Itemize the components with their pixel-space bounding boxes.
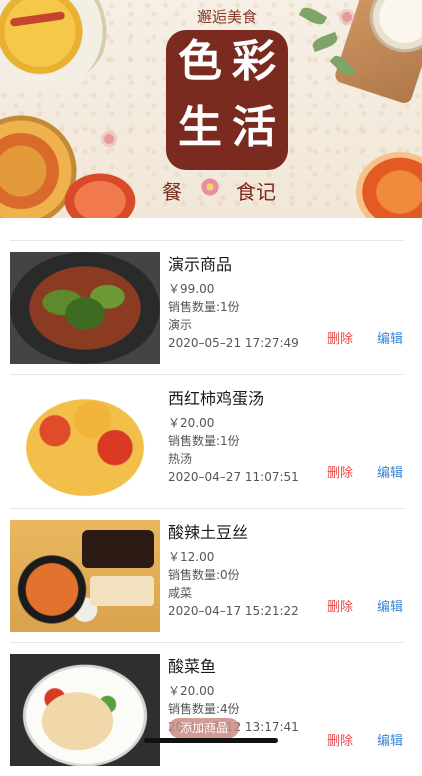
delete-button[interactable]: 删除 [327, 596, 353, 615]
divider [10, 240, 404, 241]
logo-char: 色 [178, 36, 222, 87]
logo-char: 生 [178, 102, 222, 153]
flower-decoration [104, 134, 114, 144]
home-indicator[interactable] [144, 738, 278, 743]
list-item[interactable]: 酸辣土豆丝 ￥12.00 销售数量:0份 咸菜 2020–04–17 15:21… [10, 508, 404, 642]
banner-subtitle-right: 食记 [236, 180, 276, 204]
product-price: ￥20.00 [168, 684, 215, 698]
list-item[interactable]: 酸菜鱼 ￥20.00 销售数量:4份 2020–03–12 13:17:41 删… [10, 642, 404, 776]
divider [10, 374, 404, 375]
product-name: 酸辣土豆丝 [168, 523, 249, 542]
salmon-dish-image [55, 166, 145, 218]
product-price: ￥20.00 [168, 416, 215, 430]
add-product-button[interactable]: 添加商品 [169, 718, 239, 738]
edit-button[interactable]: 编辑 [377, 462, 403, 481]
product-sales: 销售数量:1份 [168, 300, 240, 314]
product-name: 西红柿鸡蛋汤 [168, 389, 265, 408]
banner-tagline: 邂逅美食 [196, 8, 257, 26]
promo-sign-image [82, 530, 154, 568]
leaf-decoration [310, 31, 340, 53]
header-banner: 邂逅美食 色 彩 生 活 餐 食记 [0, 0, 422, 218]
divider [10, 508, 404, 509]
product-name: 酸菜鱼 [168, 657, 217, 676]
edit-button[interactable]: 编辑 [377, 328, 403, 347]
product-image [10, 386, 160, 498]
divider [10, 642, 404, 643]
product-sales: 销售数量:4份 [168, 702, 240, 716]
product-price: ￥99.00 [168, 282, 215, 296]
product-image [10, 654, 160, 766]
flower-decoration [342, 12, 352, 22]
product-price: ￥12.00 [168, 550, 215, 564]
omelet-dish-image [0, 0, 110, 90]
delete-button[interactable]: 删除 [327, 730, 353, 749]
leaf-decoration [298, 4, 328, 28]
list-item[interactable]: 演示商品 ￥99.00 销售数量:1份 演示 2020–05–21 17:27:… [10, 240, 404, 374]
list-item[interactable]: 西红柿鸡蛋汤 ￥20.00 销售数量:1份 热汤 2020–04–27 11:0… [10, 374, 404, 508]
product-name: 演示商品 [168, 255, 233, 274]
logo-char: 活 [232, 102, 276, 153]
flower-icon [200, 177, 220, 197]
shrimp-dish-image [345, 142, 422, 218]
product-sales: 销售数量:1份 [168, 434, 240, 448]
delete-button[interactable]: 删除 [327, 462, 353, 481]
promo-text-image [90, 576, 154, 606]
delete-button[interactable]: 删除 [327, 328, 353, 347]
product-image [10, 520, 160, 632]
edit-button[interactable]: 编辑 [377, 596, 403, 615]
product-image [10, 252, 160, 364]
logo-char: 彩 [232, 36, 276, 87]
product-sales: 销售数量:0份 [168, 568, 240, 582]
banner-subtitle-left: 餐 [162, 180, 182, 204]
edit-button[interactable]: 编辑 [377, 730, 403, 749]
